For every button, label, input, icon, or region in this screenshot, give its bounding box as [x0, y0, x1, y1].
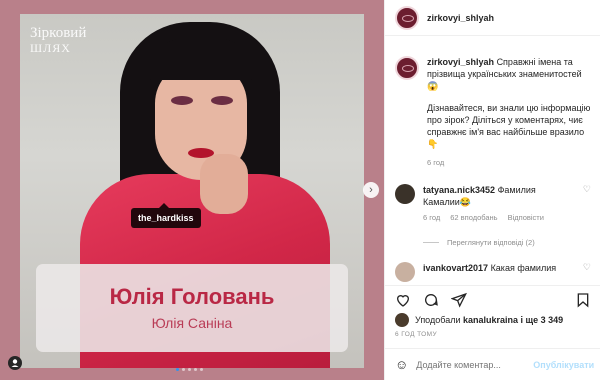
carousel-dots: [176, 368, 203, 371]
likes-summary: Уподобали kanalukraina і ще 3 349: [385, 308, 600, 327]
name-primary: Юлія Головань: [109, 284, 275, 309]
caption-avatar[interactable]: [395, 56, 419, 80]
account-avatar[interactable]: [395, 5, 419, 30]
post-media-panel: Зірковий ШЛЯХ the_hardkiss Юлія Головань…: [0, 0, 384, 380]
comment-text: Какая фамилия: [490, 263, 557, 273]
like-heart-icon[interactable]: [395, 292, 411, 308]
comment-time: 6 год: [423, 213, 441, 222]
photo-hand: [200, 154, 248, 214]
post-header: zirkovyi_shlyah: [385, 0, 600, 36]
carousel-dot: [182, 368, 185, 371]
carousel-dot: [200, 368, 203, 371]
caption-username[interactable]: zirkovyi_shlyah: [427, 57, 494, 67]
photo-eye-left: [171, 96, 193, 105]
user-tags-icon[interactable]: [8, 356, 22, 370]
brand-line-1: Зірковий: [30, 25, 87, 41]
brand-logo: Зірковий ШЛЯХ: [30, 26, 120, 56]
post-photo: Зірковий ШЛЯХ the_hardkiss Юлія Головань…: [20, 14, 364, 368]
next-slide-button[interactable]: ›: [363, 182, 379, 198]
post-actions: Уподобали kanalukraina і ще 3 349 6 ГОД …: [385, 285, 600, 345]
brand-line-2: ШЛЯХ: [30, 41, 71, 55]
photo-eye-right: [211, 96, 233, 105]
add-comment-bar: ☺ Опублікувати: [385, 348, 600, 380]
photo-bangs: [148, 38, 254, 80]
comment-avatar[interactable]: [395, 184, 415, 204]
add-comment-input[interactable]: [416, 359, 534, 370]
caption-text-block: zirkovyi_shlyah Справжні імена та прізви…: [427, 56, 595, 92]
bookmark-icon[interactable]: [575, 292, 591, 308]
comment-username[interactable]: tatyana.nick3452: [423, 185, 495, 195]
comment-reply-button[interactable]: Відповісти: [508, 212, 544, 224]
comment-item: tatyana.nick3452 Фамилия Камалии😂 6 год …: [395, 184, 591, 224]
user-tag-label[interactable]: the_hardkiss: [131, 203, 201, 228]
carousel-dot: [194, 368, 197, 371]
comment-heart-icon[interactable]: ♡: [583, 262, 591, 282]
post-caption: zirkovyi_shlyah Справжні імена та прізви…: [395, 56, 595, 167]
liker-avatar[interactable]: [395, 313, 409, 327]
caption-text-2: Дізнавайтеся, ви знали цю інформацію про…: [427, 103, 591, 149]
comment-heart-icon[interactable]: ♡: [583, 184, 591, 224]
comment-item: ivankovart2017 Какая фамилия ♡: [395, 262, 591, 282]
comment-likes[interactable]: 62 вподобань: [450, 212, 497, 224]
comment-username[interactable]: ivankovart2017: [423, 263, 488, 273]
post-side-panel: zirkovyi_shlyah zirkovyi_shlyah Справжні…: [384, 0, 600, 380]
post-time: 6 ГОД ТОМУ: [395, 331, 437, 338]
likes-count[interactable]: і ще 3 349: [518, 315, 564, 325]
carousel-dot: [176, 368, 179, 371]
comment-avatar[interactable]: [395, 262, 415, 282]
name-secondary: Юлія Саніна: [151, 315, 233, 331]
carousel-dot: [188, 368, 191, 371]
caption-time: 6 год: [427, 158, 445, 167]
likes-user[interactable]: kanalukraina: [463, 315, 518, 325]
post-comment-button[interactable]: Опублікувати: [533, 360, 594, 370]
nameplate: Юлія Головань Юлія Саніна: [36, 264, 348, 352]
likes-prefix: Уподобали: [415, 315, 463, 325]
share-send-icon[interactable]: [451, 292, 467, 308]
chevron-right-icon: ›: [369, 184, 373, 196]
header-username[interactable]: zirkovyi_shlyah: [427, 13, 494, 23]
comment-bubble-icon[interactable]: [423, 292, 439, 308]
view-replies-button[interactable]: Переглянути відповіді (2): [423, 238, 535, 247]
emoji-smile-icon[interactable]: ☺: [395, 357, 408, 372]
